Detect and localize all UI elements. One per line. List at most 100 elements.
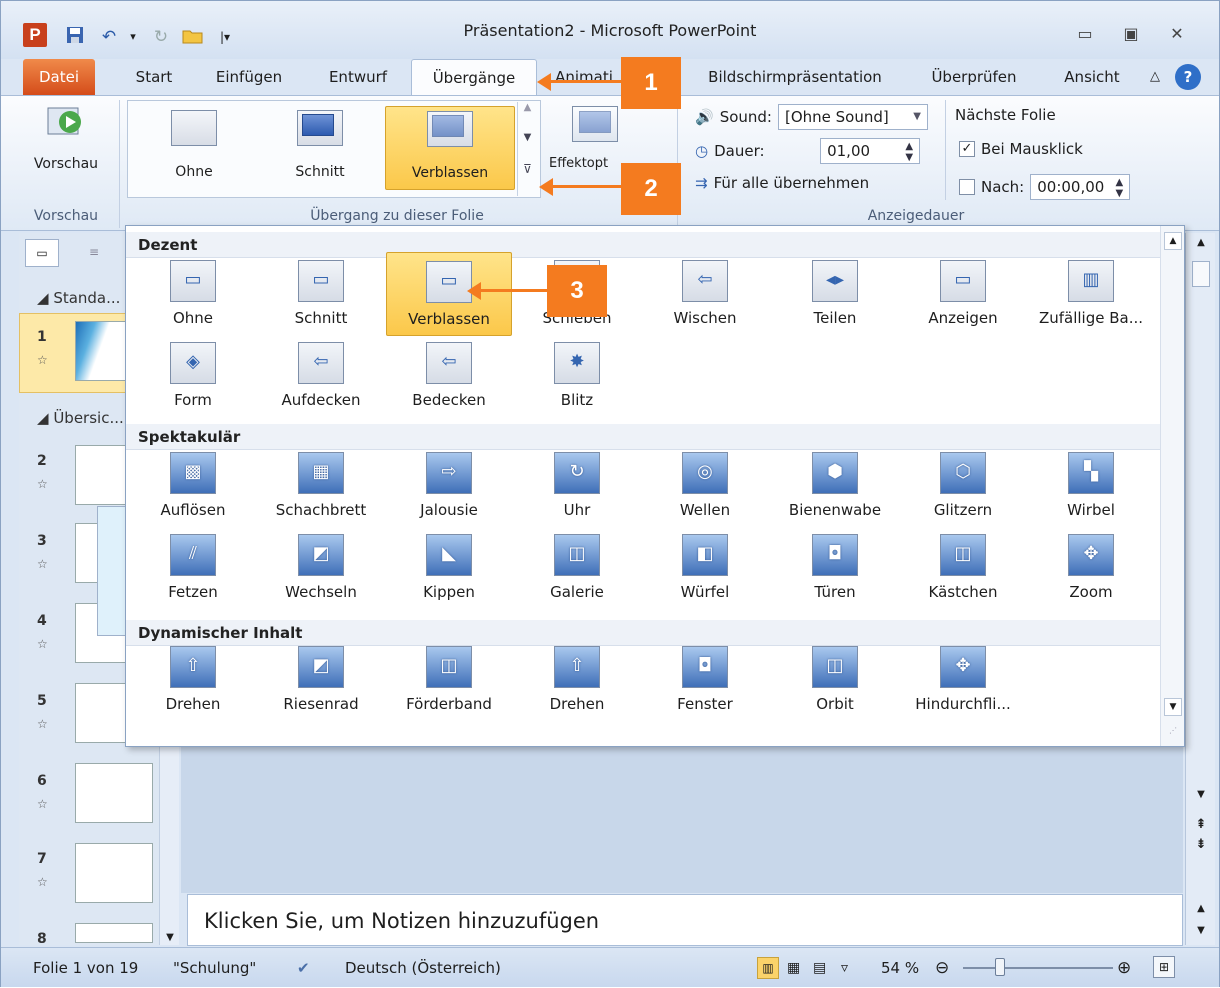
gallery-transition-item[interactable]: ✸ Blitz <box>514 342 640 410</box>
sound-dropdown[interactable]: [Ohne Sound] ▼ <box>777 104 928 130</box>
gallery-transition-item[interactable]: ▭ Schnitt <box>258 260 384 328</box>
after-field[interactable]: 00:00,00 ▲ ▼ <box>1030 174 1131 200</box>
spinner-icon[interactable]: ▲ ▼ <box>905 141 913 163</box>
gallery-scrollbar[interactable]: ▲ ▼ ⋰ <box>1160 226 1184 746</box>
resize-grip-icon[interactable]: ⋰ <box>1169 726 1177 735</box>
outline-tab-icon[interactable]: ≡ <box>77 239 111 267</box>
gallery-scroll-down-icon[interactable]: ▼ <box>518 132 537 162</box>
tab-review[interactable]: Überprüfen <box>915 59 1033 95</box>
tab-insert[interactable]: Einfügen <box>199 59 299 95</box>
scroll-up-icon[interactable]: ▲ <box>1186 237 1216 248</box>
transition-thumbnail-icon: ⇧ <box>170 646 216 688</box>
reading-view-icon[interactable]: ▤ <box>813 948 826 988</box>
gallery-transition-item[interactable]: ◩ Riesenrad <box>258 646 384 714</box>
tab-transitions[interactable]: Übergänge <box>411 59 537 95</box>
gallery-transition-item[interactable]: ◎ Wellen <box>642 452 768 520</box>
normal-view-icon[interactable]: ▥ <box>757 957 779 979</box>
apply-all-button[interactable]: ⇉ Für alle übernehmen <box>695 174 869 192</box>
ribbon-transition-schnitt[interactable]: Schnitt <box>275 110 365 180</box>
help-icon[interactable]: ? <box>1173 59 1203 95</box>
on-click-row[interactable]: ✓ Bei Mausklick <box>959 140 1083 158</box>
notes-scroll-down-icon[interactable]: ▼ <box>1186 925 1216 936</box>
gallery-transition-item[interactable]: ⇦ Bedecken <box>386 342 512 410</box>
gallery-transition-item[interactable]: ⇧ Drehen <box>514 646 640 714</box>
zoom-slider-thumb[interactable] <box>995 958 1005 976</box>
zoom-out-icon[interactable]: ⊖ <box>935 948 949 988</box>
gallery-transition-item[interactable]: ◫ Förderband <box>386 646 512 714</box>
gallery-transition-item[interactable]: ⬢ Bienenwabe <box>772 452 898 520</box>
gallery-transition-item[interactable]: ▦ Schachbrett <box>258 452 384 520</box>
maximize-icon[interactable]: ▣ <box>1115 21 1147 47</box>
zoom-level[interactable]: 54 % <box>881 948 919 988</box>
gallery-transition-item[interactable]: ✥ Hindurchfli... <box>900 646 1026 714</box>
gallery-scroll-up-icon[interactable]: ▲ <box>518 102 537 132</box>
slideshow-view-icon[interactable]: ▿ <box>841 948 848 988</box>
main-scrollbar[interactable]: ▲ ▼ ⇞ ⇟ ▲ ▼ <box>1185 233 1215 945</box>
fit-to-window-icon[interactable]: ⊞ <box>1153 956 1175 978</box>
tab-view[interactable]: Ansicht <box>1047 59 1137 95</box>
gallery-transition-item[interactable]: ⬡ Glitzern <box>900 452 1026 520</box>
tab-animations[interactable]: Animati <box>549 59 619 95</box>
gallery-scroll-down-icon[interactable]: ▼ <box>1164 698 1182 716</box>
gallery-transition-item[interactable]: ✥ Zoom <box>1028 534 1154 602</box>
tab-design[interactable]: Entwurf <box>313 59 403 95</box>
gallery-transition-item[interactable]: ⫽ Fetzen <box>130 534 256 602</box>
notes-scroll-up-icon[interactable]: ▲ <box>1186 903 1216 914</box>
minimize-ribbon-icon[interactable]: △ <box>1143 59 1167 95</box>
slides-tab-icon[interactable]: ▭ <box>25 239 59 267</box>
gallery-transition-item[interactable]: ⇧ Drehen <box>130 646 256 714</box>
gallery-transition-item[interactable]: ◘ Fenster <box>642 646 768 714</box>
preview-button[interactable]: Vorschau <box>21 104 111 172</box>
gallery-transition-item[interactable]: ◣ Kippen <box>386 534 512 602</box>
section-standard[interactable]: ◢ Standa... <box>37 289 120 307</box>
gallery-transition-item[interactable]: ◘ Türen <box>772 534 898 602</box>
next-slide-icon[interactable]: ⇟ <box>1186 837 1216 852</box>
gallery-transition-item[interactable]: ↻ Uhr <box>514 452 640 520</box>
gallery-transition-item[interactable]: ◫ Galerie <box>514 534 640 602</box>
tab-slideshow[interactable]: Bildschirmpräsentation <box>689 59 901 95</box>
gallery-transition-item[interactable]: ▭ Anzeigen <box>900 260 1026 328</box>
zoom-slider[interactable] <box>963 967 1113 969</box>
gallery-transition-item[interactable]: ▚ Wirbel <box>1028 452 1154 520</box>
close-icon[interactable]: ✕ <box>1161 21 1193 47</box>
slide-thumb[interactable] <box>75 923 153 943</box>
slide-thumb[interactable] <box>75 763 153 823</box>
gallery-scroll-up-icon[interactable]: ▲ <box>1164 232 1182 250</box>
gallery-transition-item[interactable]: ◂▸ Teilen <box>772 260 898 328</box>
ribbon-transition-verblassen[interactable]: Verblassen <box>385 106 515 190</box>
slide-thumb[interactable] <box>75 843 153 903</box>
zoom-in-icon[interactable]: ⊕ <box>1117 948 1131 988</box>
spinner-icon[interactable]: ▲ ▼ <box>1116 177 1124 199</box>
gallery-more-icon[interactable]: ⊽ <box>518 162 537 192</box>
theme-name[interactable]: "Schulung" <box>173 948 256 988</box>
ribbon-transition-ohne[interactable]: Ohne <box>149 110 239 180</box>
gallery-transition-item[interactable]: ⇨ Jalousie <box>386 452 512 520</box>
gallery-transition-item[interactable]: ◈ Form <box>130 342 256 410</box>
tab-start[interactable]: Start <box>119 59 189 95</box>
scroll-down-icon[interactable]: ▼ <box>160 932 180 943</box>
gallery-transition-item[interactable]: ◩ Wechseln <box>258 534 384 602</box>
gallery-transition-item[interactable]: ◫ Orbit <box>772 646 898 714</box>
notes-pane[interactable]: Klicken Sie, um Notizen hinzuzufügen <box>187 894 1183 946</box>
duration-field[interactable]: 01,00 ▲ ▼ <box>820 138 921 164</box>
previous-slide-icon[interactable]: ⇞ <box>1186 817 1216 832</box>
slide-sorter-icon[interactable]: ▦ <box>787 948 800 988</box>
gallery-transition-item[interactable]: ◫ Kästchen <box>900 534 1026 602</box>
after-checkbox[interactable] <box>959 179 975 195</box>
sound-icon: 🔊 <box>695 108 714 126</box>
gallery-transition-item[interactable]: ◧ Würfel <box>642 534 768 602</box>
scroll-down-icon[interactable]: ▼ <box>1186 789 1216 800</box>
gallery-transition-item[interactable]: ⇦ Wischen <box>642 260 768 328</box>
gallery-transition-item[interactable]: ⇦ Aufdecken <box>258 342 384 410</box>
spellcheck-icon[interactable]: ✔ <box>297 948 310 988</box>
scroll-thumb[interactable] <box>1192 261 1210 287</box>
gallery-transition-item[interactable]: ▭ Ohne <box>130 260 256 328</box>
tab-file[interactable]: Datei <box>23 59 95 95</box>
language[interactable]: Deutsch (Österreich) <box>345 948 501 988</box>
gallery-transition-item[interactable]: ▩ Auflösen <box>130 452 256 520</box>
on-click-checkbox[interactable]: ✓ <box>959 141 975 157</box>
gallery-transition-item[interactable]: ▥ Zufällige Ba... <box>1028 260 1154 328</box>
minimize-icon[interactable]: ▭ <box>1069 21 1101 47</box>
gallery-transition-item[interactable]: ▭ Verblassen <box>386 252 512 336</box>
section-overview[interactable]: ◢ Übersic... <box>37 409 124 427</box>
